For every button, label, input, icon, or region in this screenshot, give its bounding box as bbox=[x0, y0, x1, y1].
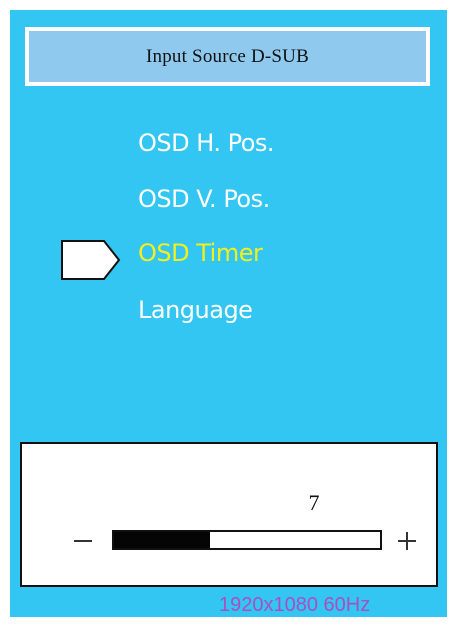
value-slider[interactable] bbox=[112, 530, 382, 550]
menu-item-osd-v-pos[interactable]: OSD V. Pos. bbox=[138, 185, 270, 213]
header-title: Input Source D-SUB bbox=[146, 45, 309, 67]
slider-fill bbox=[114, 532, 210, 548]
adjustment-panel: 7 bbox=[20, 442, 438, 587]
pointer-arrow-icon bbox=[61, 240, 121, 280]
plus-icon[interactable] bbox=[398, 532, 416, 550]
adjustment-value: 7 bbox=[308, 490, 320, 515]
resolution-status: 1920x1080 60Hz bbox=[219, 594, 371, 616]
minus-icon[interactable] bbox=[74, 540, 92, 542]
menu-item-osd-h-pos[interactable]: OSD H. Pos. bbox=[138, 129, 275, 157]
input-source-header: Input Source D-SUB bbox=[25, 27, 430, 86]
osd-panel: Input Source D-SUB OSD H. Pos. OSD V. Po… bbox=[10, 10, 447, 617]
menu-item-language[interactable]: Language bbox=[138, 296, 253, 324]
menu-item-osd-timer[interactable]: OSD Timer bbox=[138, 239, 263, 267]
osd-screen: Input Source D-SUB OSD H. Pos. OSD V. Po… bbox=[0, 0, 457, 627]
